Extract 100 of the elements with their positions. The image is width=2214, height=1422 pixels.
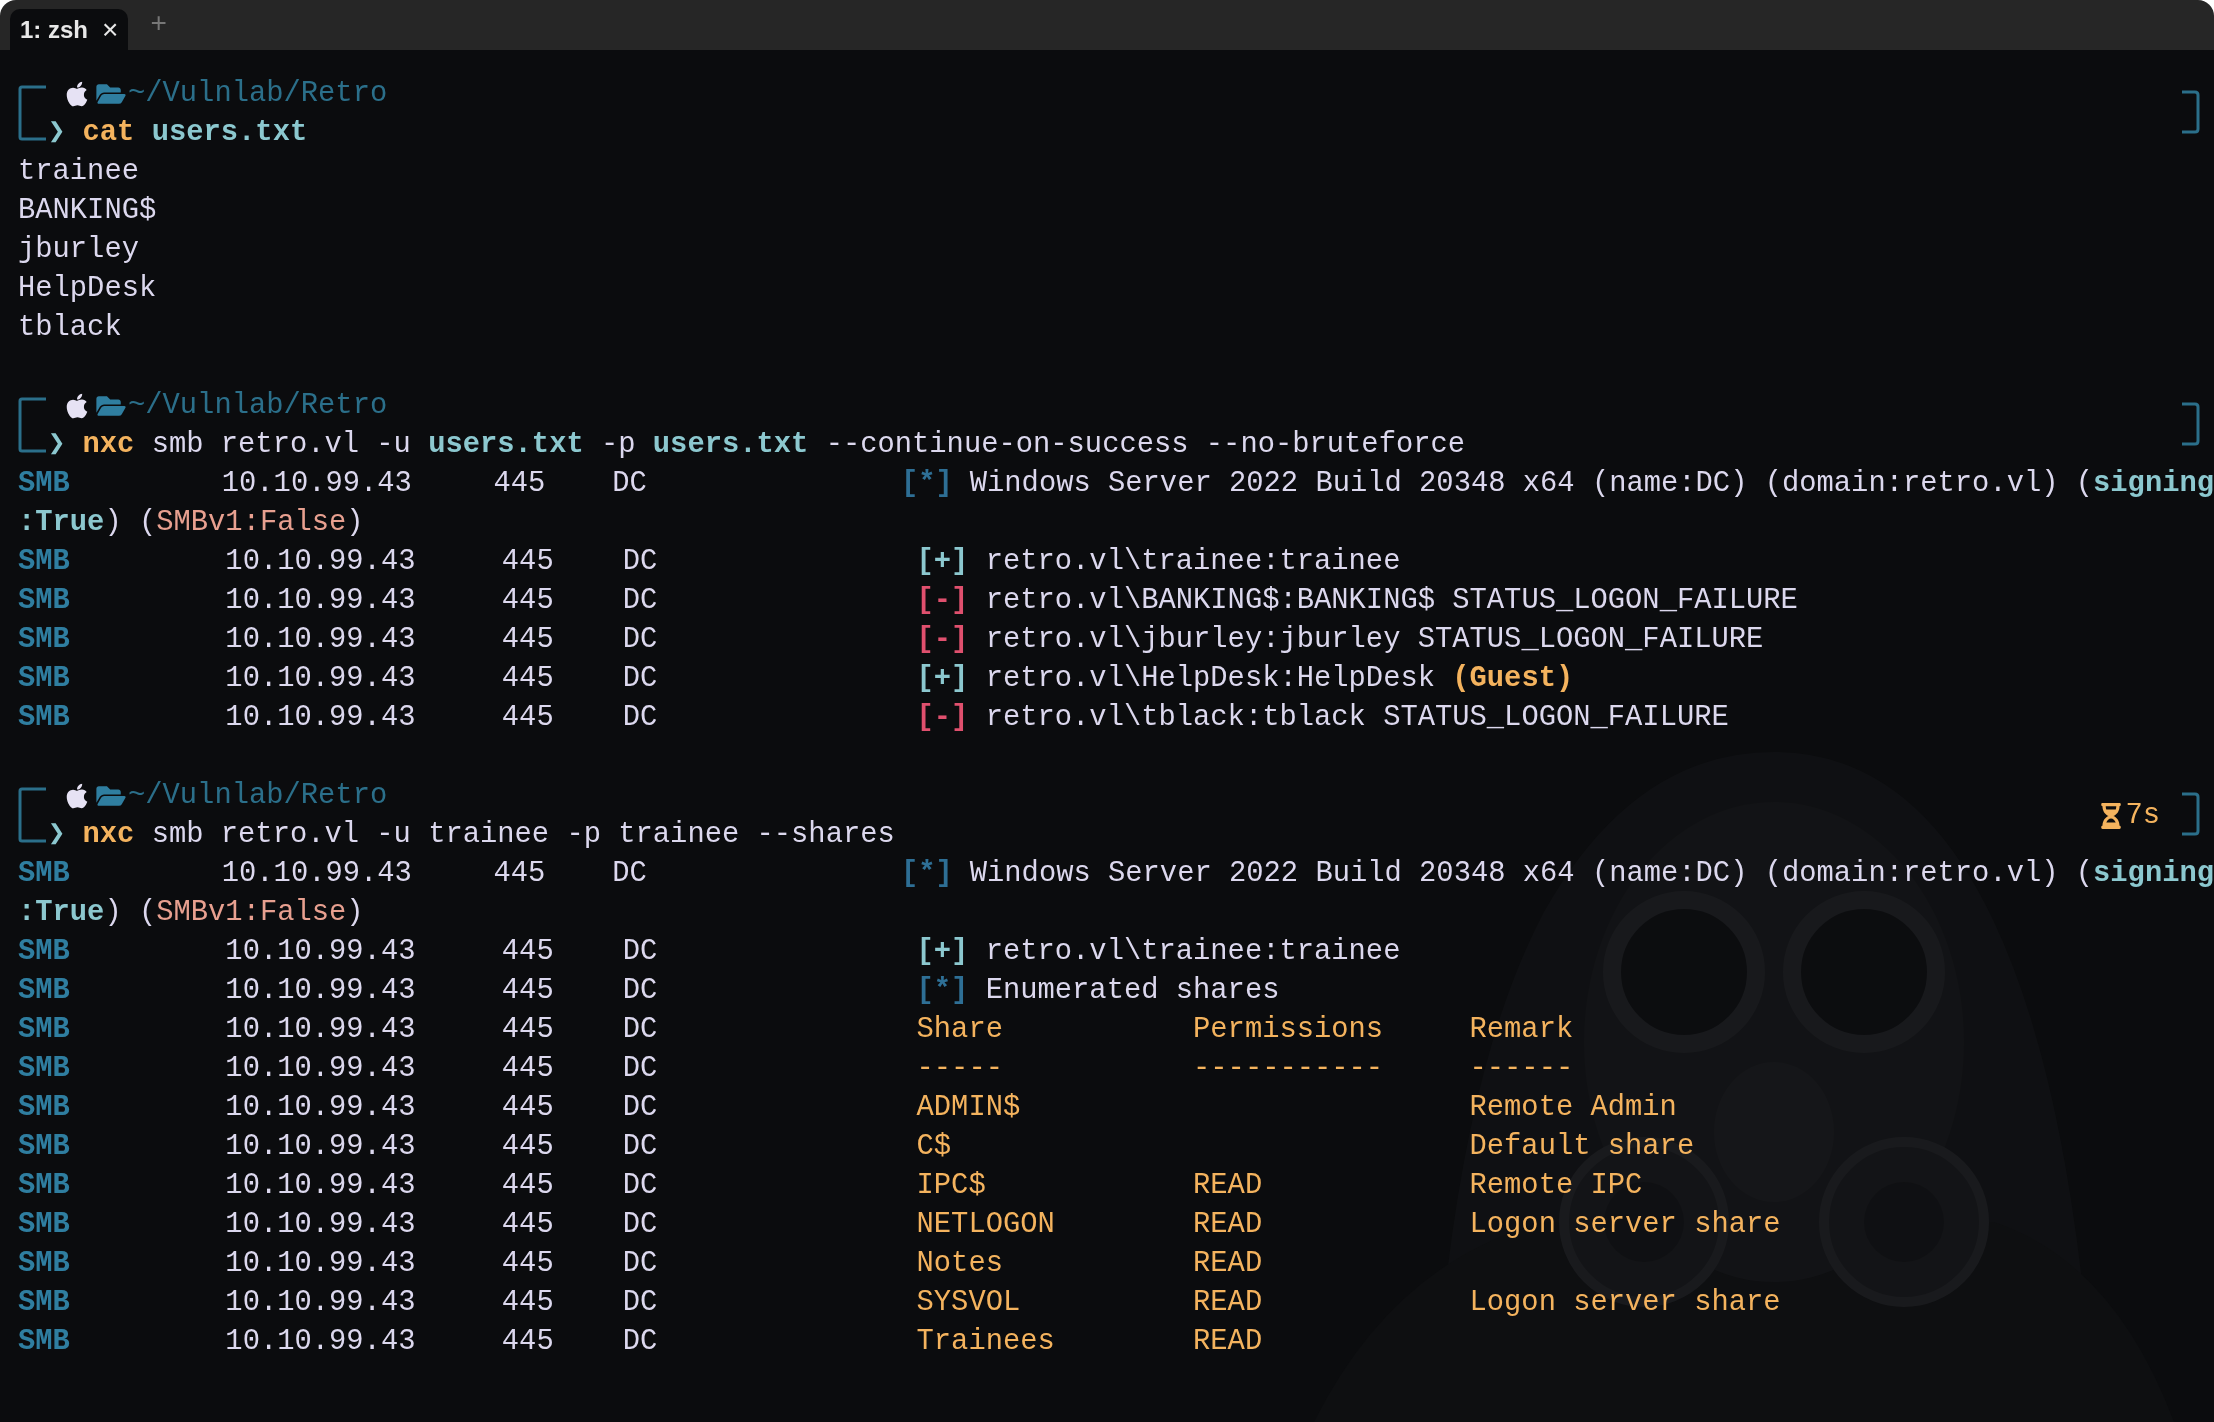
port: 445	[501, 1051, 555, 1087]
message: retro.vl\trainee:trainee	[985, 934, 1401, 970]
status-marker: [+]	[916, 661, 969, 697]
ip-address: 10.10.99.43	[225, 1168, 417, 1204]
protocol-label: SMB	[18, 1168, 71, 1204]
protocol-label: SMB	[18, 934, 71, 970]
share-remark: Remote Admin	[1469, 1091, 1677, 1124]
ip-address: 10.10.99.43	[225, 544, 417, 580]
port: 445	[501, 700, 555, 736]
port: 445	[501, 622, 555, 658]
share-permissions: READ	[1193, 1208, 1263, 1241]
output-line: tblack	[18, 310, 122, 346]
port: 445	[501, 1129, 555, 1165]
share-remark: Remote IPC	[1469, 1169, 1643, 1202]
message: retro.vl\jburley:jburley STATUS_LOGON_FAILURE	[985, 622, 1764, 658]
port: 445	[501, 1012, 555, 1048]
host-name: DC	[622, 700, 659, 736]
protocol-label: SMB	[18, 1129, 71, 1165]
ip-address: 10.10.99.43	[225, 1090, 417, 1126]
terminal-tab[interactable]: 1: zsh ×	[10, 9, 129, 50]
protocol-label: SMB	[18, 466, 71, 502]
output-line: HelpDesk	[18, 271, 157, 307]
host-name: DC	[622, 1090, 659, 1126]
message: Windows Server 2022 Build 20348 x64 (name:DC) (domain:retro.vl) (signing	[969, 466, 2214, 502]
protocol-label: SMB	[18, 1246, 71, 1282]
share-name: IPC$	[916, 1169, 986, 1202]
ip-address: 10.10.99.43	[225, 934, 417, 970]
prompt-symbol: ❯	[48, 817, 67, 853]
share-permissions: Permissions	[1193, 1013, 1384, 1046]
host-name: DC	[622, 622, 659, 658]
status-marker: [*]	[900, 856, 953, 892]
protocol-label: SMB	[18, 1285, 71, 1321]
host-name: DC	[612, 856, 648, 892]
host-name: DC	[622, 661, 659, 697]
close-tab-button[interactable]: ×	[102, 8, 119, 51]
port: 445	[493, 466, 547, 502]
host-name: DC	[622, 1246, 659, 1282]
prompt-symbol: ❯	[48, 115, 67, 151]
output-line: trainee	[18, 154, 139, 190]
prompt-bracket-icon	[2180, 402, 2200, 446]
host-name: DC	[622, 973, 659, 1009]
protocol-label: SMB	[18, 1051, 71, 1087]
share-name: Trainees	[916, 1325, 1055, 1358]
share-name: Notes	[916, 1247, 1003, 1280]
host-name: DC	[622, 1285, 659, 1321]
ip-address: 10.10.99.43	[225, 1285, 417, 1321]
hourglass-icon	[2101, 802, 2122, 829]
port: 445	[501, 973, 555, 1009]
ip-address: 10.10.99.43	[221, 466, 413, 502]
protocol-label: SMB	[18, 1090, 71, 1126]
protocol-label: SMB	[18, 700, 71, 736]
ip-address: 10.10.99.43	[225, 1051, 417, 1087]
host-name: DC	[622, 1051, 659, 1087]
output-line: :True) (SMBv1:False)	[18, 895, 364, 931]
status-marker: [+]	[916, 934, 969, 970]
share-name: NETLOGON	[916, 1208, 1055, 1241]
host-name: DC	[622, 1129, 659, 1165]
share-permissions: READ	[1193, 1286, 1263, 1319]
prompt-bracket-icon	[18, 397, 48, 453]
protocol-label: SMB	[18, 1207, 71, 1243]
output-line: jburley	[18, 232, 139, 268]
status-marker: [*]	[916, 973, 969, 1009]
status-marker: [-]	[916, 700, 969, 736]
share-name: ADMIN$	[916, 1091, 1021, 1124]
host-name: DC	[622, 1207, 659, 1243]
port: 445	[501, 661, 555, 697]
host-name: DC	[622, 1324, 659, 1360]
status-marker: [+]	[916, 544, 969, 580]
output-line: :True) (SMBv1:False)	[18, 505, 364, 541]
share-name: -----	[916, 1052, 1003, 1085]
ip-address: 10.10.99.43	[225, 1246, 417, 1282]
protocol-label: SMB	[18, 1012, 71, 1048]
prompt-path: ~/Vulnlab/Retro	[128, 75, 388, 112]
ip-address: 10.10.99.43	[225, 1207, 417, 1243]
port: 445	[501, 583, 555, 619]
host-name: DC	[622, 1012, 659, 1048]
message: retro.vl\BANKING$:BANKING$ STATUS_LOGON_FAILURE	[985, 583, 1798, 619]
ip-address: 10.10.99.43	[225, 973, 417, 1009]
share-remark: Remark	[1469, 1013, 1574, 1046]
protocol-label: SMB	[18, 661, 71, 697]
command-duration: 7s	[2125, 797, 2160, 834]
port: 445	[501, 934, 555, 970]
host-name: DC	[622, 934, 659, 970]
message: retro.vl\tblack:tblack STATUS_LOGON_FAILURE	[985, 700, 1729, 736]
message: retro.vl\trainee:trainee	[985, 544, 1401, 580]
share-remark: Logon server share	[1469, 1286, 1781, 1319]
ip-address: 10.10.99.43	[225, 583, 417, 619]
ip-address: 10.10.99.43	[221, 856, 413, 892]
port: 445	[501, 1324, 555, 1360]
ip-address: 10.10.99.43	[225, 1129, 417, 1165]
port: 445	[501, 1207, 555, 1243]
protocol-label: SMB	[18, 544, 71, 580]
share-name: SYSVOL	[916, 1286, 1021, 1319]
ip-address: 10.10.99.43	[225, 1012, 417, 1048]
prompt-bracket-icon	[2180, 792, 2200, 836]
ip-address: 10.10.99.43	[225, 661, 417, 697]
prompt-bracket-icon	[18, 85, 48, 141]
share-name: Share	[916, 1013, 1003, 1046]
apple-icon	[64, 781, 90, 810]
output-line: BANKING$	[18, 193, 157, 229]
